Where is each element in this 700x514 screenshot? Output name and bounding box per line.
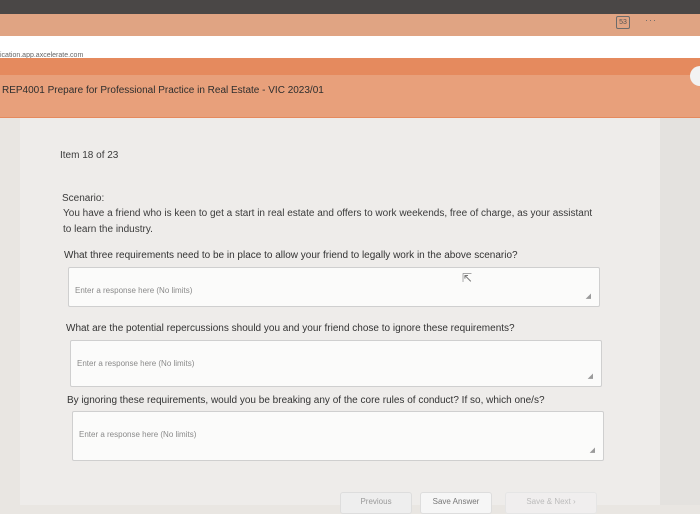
response-field-2[interactable]: Enter a response here (No limits) ◢ <box>70 340 602 387</box>
browser-tab-strip: 53 ··· <box>0 14 700 36</box>
course-title-bar <box>0 75 700 117</box>
resize-handle-icon[interactable]: ◢ <box>590 446 595 454</box>
browser-address-bar[interactable]: ication.app.axcelerate.com arner <box>0 36 700 70</box>
scenario-text: You have a friend who is keen to get a s… <box>63 208 593 235</box>
question-2: What are the potential repercussions sho… <box>66 323 515 334</box>
save-answer-button[interactable]: Save Answer <box>420 492 492 514</box>
save-next-button[interactable]: Save & Next › <box>505 492 597 514</box>
response-placeholder-2: Enter a response here (No limits) <box>77 359 195 368</box>
resize-handle-icon[interactable]: ◢ <box>586 292 591 300</box>
side-column <box>660 118 700 505</box>
previous-button[interactable]: Previous <box>340 492 412 514</box>
course-title: REP4001 Prepare for Professional Practic… <box>2 85 324 96</box>
mouse-cursor-icon: ⇱ <box>462 271 473 285</box>
resize-handle-icon[interactable]: ◢ <box>588 372 593 380</box>
more-options-icon[interactable]: ··· <box>645 15 657 25</box>
response-placeholder-1: Enter a response here (No limits) <box>75 286 193 295</box>
response-field-3[interactable]: Enter a response here (No limits) ◢ <box>72 411 604 461</box>
response-placeholder-3: Enter a response here (No limits) <box>79 430 197 439</box>
question-1: What three requirements need to be in pl… <box>64 250 518 261</box>
response-field-1[interactable]: Enter a response here (No limits) ◢ <box>68 267 600 307</box>
item-counter: Item 18 of 23 <box>60 150 119 161</box>
question-3: By ignoring these requirements, would yo… <box>67 395 545 406</box>
scenario-label: Scenario: <box>62 193 105 204</box>
os-menu-bar <box>0 0 700 14</box>
tab-overview-icon[interactable]: 53 <box>616 16 630 29</box>
